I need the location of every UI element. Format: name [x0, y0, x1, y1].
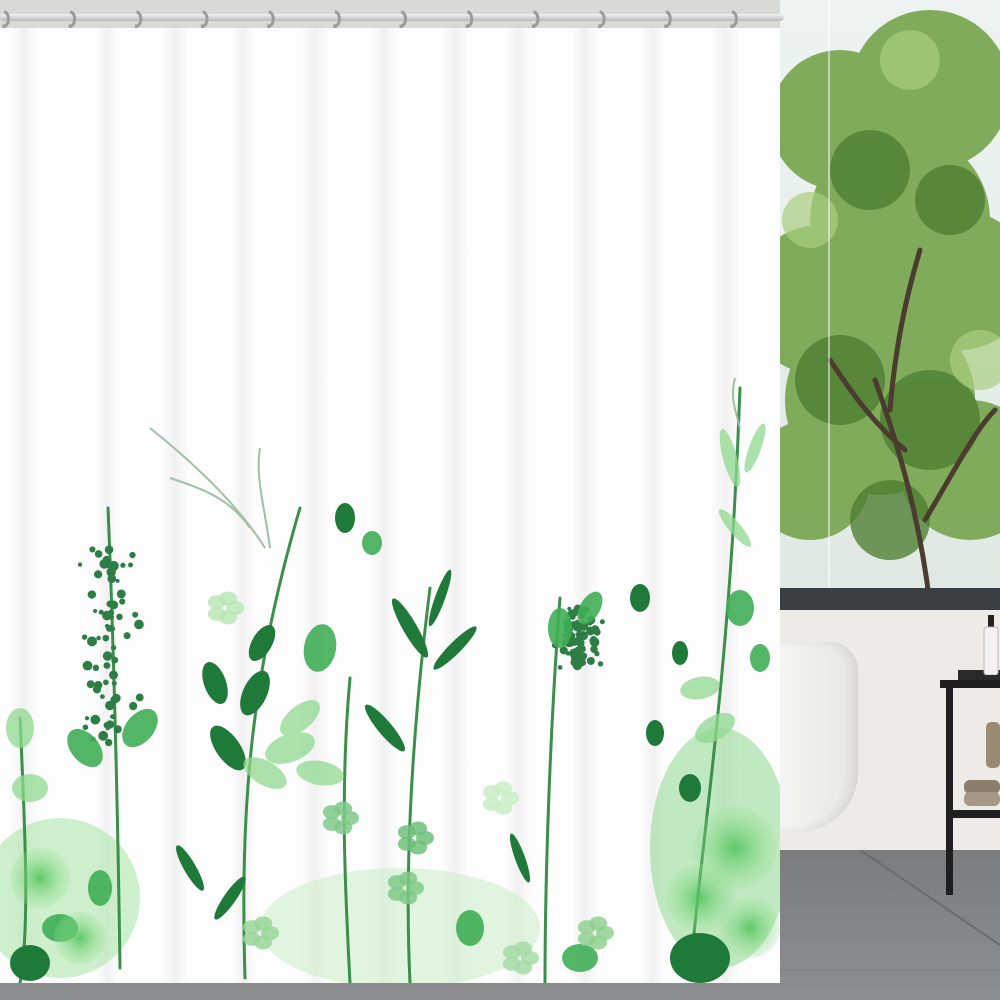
seed-dot — [569, 637, 579, 646]
soap-bottle — [983, 615, 999, 675]
seed-dot — [94, 550, 103, 558]
seed-dot — [128, 562, 134, 568]
seed-dot — [92, 664, 100, 672]
seed-dot — [129, 551, 136, 559]
seed-dot — [117, 590, 125, 598]
side-stool — [940, 670, 1000, 895]
shower-curtain — [0, 28, 780, 983]
seed-dot — [81, 634, 88, 640]
seed-dot — [103, 679, 109, 686]
seed-dot — [77, 562, 83, 567]
seed-dot — [104, 623, 110, 629]
seed-dot — [93, 608, 98, 614]
seed-dot — [135, 693, 144, 702]
seed-dot — [113, 725, 122, 734]
seed-dot — [82, 660, 93, 671]
seed-dot — [120, 562, 126, 568]
seed-dot — [119, 598, 126, 605]
seed-dot — [102, 651, 113, 661]
seed-dot — [87, 636, 97, 647]
seed-dot — [582, 624, 589, 630]
seed-dot — [106, 567, 116, 577]
seed-dot — [104, 738, 113, 747]
seed-dot — [570, 608, 579, 617]
trees-illustration — [780, 0, 1000, 605]
seed-dot — [104, 545, 114, 554]
seed-dot — [576, 628, 582, 634]
botanical-print — [0, 377, 780, 983]
seed-dot — [134, 619, 144, 630]
seed-dot — [106, 600, 114, 608]
seed-dot — [102, 555, 111, 565]
product-photo — [0, 0, 1000, 1000]
seed-dot — [116, 613, 123, 621]
seed-dot — [132, 611, 139, 618]
seed-dot — [111, 656, 119, 664]
seed-dot — [98, 730, 109, 741]
flower — [397, 821, 434, 855]
seed-dot — [570, 658, 579, 667]
seed-dot — [108, 614, 114, 620]
flower — [207, 591, 244, 625]
window-view — [780, 0, 1000, 605]
seed-dot — [111, 680, 117, 686]
flower — [577, 916, 614, 950]
seed-dot — [115, 578, 120, 583]
seed-dot — [87, 590, 97, 599]
seed-dot — [98, 609, 104, 615]
seed-dot — [100, 694, 105, 700]
grass-fronds — [149, 377, 741, 549]
window-sill — [780, 588, 1000, 610]
seed-dot — [578, 659, 586, 667]
flower — [322, 801, 359, 835]
flower — [482, 781, 519, 815]
seed-dot — [103, 662, 111, 669]
seed-dot — [599, 619, 605, 625]
seed-dot — [96, 635, 101, 641]
seed-dot — [574, 646, 580, 652]
seed-dot — [92, 685, 102, 694]
seed-dot — [129, 701, 138, 711]
seed-dot — [110, 714, 115, 720]
seed-dot — [90, 714, 101, 725]
seed-dot — [102, 634, 110, 642]
seed-dot — [86, 680, 95, 689]
seed-dot — [93, 570, 103, 579]
seed-dot — [586, 656, 595, 665]
seed-dot — [593, 628, 601, 636]
seed-dot — [111, 693, 121, 703]
seed-dot — [84, 716, 90, 721]
seed-dot — [557, 665, 563, 670]
seed-dot — [82, 724, 89, 731]
seed-dot — [109, 670, 118, 680]
seed-dot — [590, 645, 598, 653]
seed-dot — [105, 725, 111, 731]
seed-dot — [105, 700, 115, 711]
seed-dot — [110, 645, 117, 651]
seed-dot — [123, 632, 131, 640]
seed-dot — [597, 661, 604, 667]
seed-dot — [89, 546, 96, 553]
